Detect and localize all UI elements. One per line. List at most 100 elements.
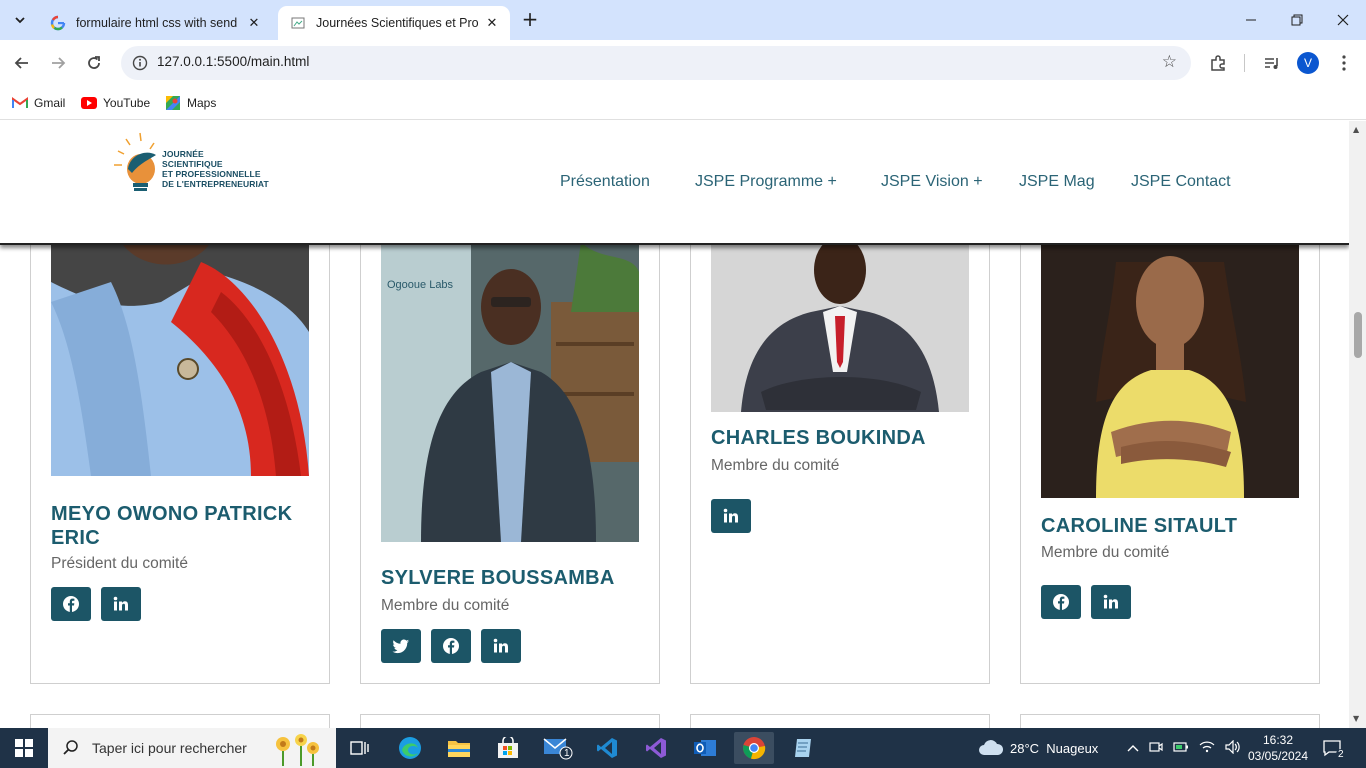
meet-now-icon[interactable] <box>1149 740 1163 757</box>
close-tab-icon[interactable]: ✕ <box>484 15 500 31</box>
taskbar-outlook[interactable] <box>685 732 725 764</box>
taskbar-search[interactable]: Taper ici pour rechercher <box>48 728 336 768</box>
media-control-icon[interactable] <box>1261 52 1283 74</box>
site-info-icon[interactable] <box>131 54 149 72</box>
address-bar[interactable]: 127.0.0.1:5500/main.html ☆ <box>121 46 1191 80</box>
scroll-up-arrow-icon[interactable]: ▲ <box>1353 125 1359 134</box>
toolbar-divider <box>1244 54 1245 72</box>
linkedin-icon <box>493 638 508 653</box>
restore-icon <box>1291 14 1303 26</box>
taskbar-mail[interactable]: 1 <box>538 732 578 764</box>
member-role: Président du comité <box>51 555 188 572</box>
cloud-icon <box>979 740 1004 755</box>
nav-contact[interactable]: JSPE Contact <box>1131 173 1231 191</box>
profile-avatar[interactable]: V <box>1297 52 1319 74</box>
tab-search-button[interactable] <box>8 8 32 32</box>
folder-icon <box>448 741 470 757</box>
linkedin-icon <box>723 508 738 523</box>
linkedin-button[interactable] <box>101 587 141 621</box>
wifi-icon[interactable] <box>1199 741 1215 756</box>
member-photo <box>1041 242 1299 498</box>
notification-center[interactable]: 2 <box>1322 728 1352 768</box>
bookmark-gmail[interactable]: Gmail <box>12 92 65 114</box>
task-view-button[interactable] <box>340 732 380 764</box>
maps-icon <box>165 96 181 110</box>
bookmarks-bar: Gmail YouTube Maps <box>0 86 1366 120</box>
taskbar-vscode[interactable] <box>587 732 627 764</box>
member-name: CHARLES BOUKINDA <box>711 427 926 449</box>
scroll-down-arrow-icon[interactable]: ▼ <box>1353 714 1359 723</box>
minimize-button[interactable] <box>1228 0 1274 40</box>
facebook-icon <box>1053 594 1069 610</box>
taskbar-explorer[interactable] <box>439 732 479 764</box>
reload-button[interactable] <box>82 51 106 75</box>
facebook-icon <box>443 638 459 654</box>
tab-jspe[interactable]: Journées Scientifiques et Profes ✕ <box>278 6 510 40</box>
taskbar: Taper ici pour rechercher 1 28°C Nuageux… <box>0 728 1366 768</box>
volume-icon[interactable] <box>1225 739 1241 757</box>
bulb-logo-icon <box>114 132 156 191</box>
logo-line: JOURNÉE <box>162 149 204 159</box>
facebook-button[interactable] <box>51 587 91 621</box>
member-name: CAROLINE SITAULT <box>1041 515 1238 537</box>
windows-logo-icon <box>15 739 33 757</box>
back-button[interactable] <box>10 51 34 75</box>
tab-google-search[interactable]: formulaire html css with send e ✕ <box>38 6 272 40</box>
close-window-button[interactable] <box>1320 0 1366 40</box>
edge-icon <box>399 737 421 759</box>
site-logo[interactable]: JOURNÉE SCIENTIFIQUE ET PROFESSIONNELLE … <box>110 129 270 195</box>
flowers-icon <box>275 734 319 766</box>
bookmark-star-icon[interactable]: ☆ <box>1162 52 1177 72</box>
chevron-up-icon[interactable] <box>1127 741 1139 756</box>
arrow-left-icon <box>14 57 28 69</box>
nav-programme[interactable]: JSPE Programme + <box>695 173 837 191</box>
visual-studio-icon <box>646 738 666 758</box>
clock-date: 03/05/2024 <box>1247 749 1309 763</box>
extensions-icon[interactable] <box>1207 52 1229 74</box>
task-view-icon <box>350 741 369 755</box>
close-icon <box>1337 14 1349 26</box>
bookmark-maps[interactable]: Maps <box>165 92 216 114</box>
bookmark-label: YouTube <box>103 96 151 110</box>
taskbar-chrome[interactable] <box>734 732 774 764</box>
tray-icons <box>1127 728 1241 768</box>
clock[interactable]: 16:32 03/05/2024 <box>1246 728 1310 768</box>
taskbar-notepad[interactable] <box>783 732 823 764</box>
member-card <box>690 714 990 728</box>
gmail-icon <box>12 96 28 110</box>
menu-kebab-icon[interactable] <box>1333 52 1355 74</box>
twitter-icon <box>392 639 409 654</box>
weather-widget[interactable]: 28°C Nuageux <box>978 728 1098 768</box>
bookmark-youtube[interactable]: YouTube <box>81 92 150 114</box>
linkedin-button[interactable] <box>711 499 751 533</box>
new-tab-button[interactable]: + <box>520 9 540 30</box>
page-scrollbar[interactable]: ▲ ▼ <box>1349 121 1366 728</box>
linkedin-button[interactable] <box>1091 585 1131 619</box>
facebook-button[interactable] <box>431 629 471 663</box>
search-placeholder: Taper ici pour rechercher <box>92 740 247 756</box>
chrome-icon <box>743 737 766 760</box>
member-name: SYLVERE BOUSSAMBA <box>381 567 615 589</box>
twitter-button[interactable] <box>381 629 421 663</box>
nav-presentation[interactable]: Présentation <box>560 173 650 191</box>
notepad-icon <box>795 739 811 757</box>
site-header: JOURNÉE SCIENTIFIQUE ET PROFESSIONNELLE … <box>0 121 1349 245</box>
taskbar-store[interactable] <box>488 732 528 764</box>
nav-mag[interactable]: JSPE Mag <box>1019 173 1095 191</box>
battery-icon[interactable] <box>1173 741 1189 756</box>
svg-text:Ogooue Labs: Ogooue Labs <box>387 279 454 291</box>
forward-button[interactable] <box>46 51 70 75</box>
taskbar-edge[interactable] <box>390 732 430 764</box>
restore-button[interactable] <box>1274 0 1320 40</box>
scrollbar-thumb[interactable] <box>1354 312 1362 358</box>
member-photo <box>711 242 969 412</box>
google-icon <box>50 15 66 31</box>
facebook-button[interactable] <box>1041 585 1081 619</box>
linkedin-button[interactable] <box>481 629 521 663</box>
nav-vision[interactable]: JSPE Vision + <box>881 173 983 191</box>
member-card: MEYO OWONO PATRICK ERIC Président du com… <box>30 211 330 684</box>
taskbar-visual-studio[interactable] <box>636 732 676 764</box>
start-button[interactable] <box>0 728 48 768</box>
close-tab-icon[interactable]: ✕ <box>246 15 262 31</box>
member-photo <box>51 242 309 476</box>
